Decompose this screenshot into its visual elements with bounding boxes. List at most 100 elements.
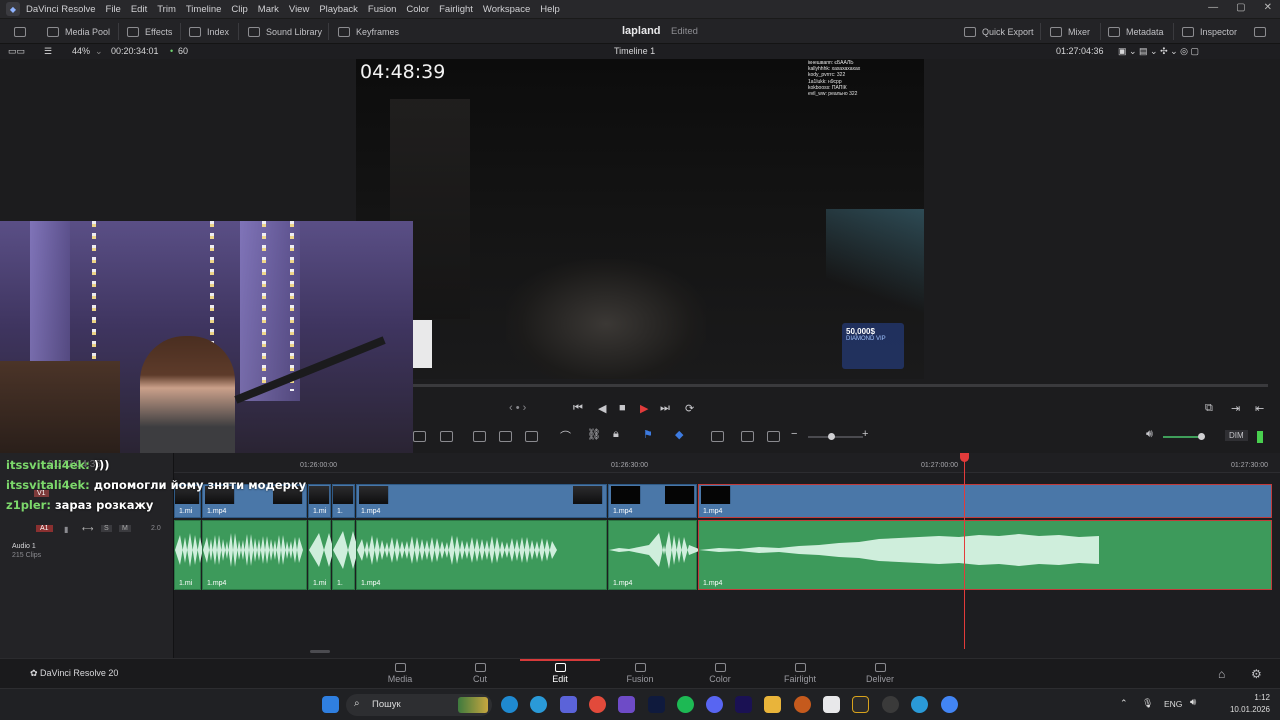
microphone-icon[interactable]: 🎙︎ xyxy=(1142,698,1153,709)
audio-clip[interactable]: 1.mp4 xyxy=(608,520,709,590)
menu-timeline[interactable]: Timeline xyxy=(181,4,227,15)
document-icon[interactable] xyxy=(823,696,840,713)
video-clip-selected[interactable]: 1.mp4 xyxy=(698,484,1272,518)
jog-icon[interactable]: ‹ • › xyxy=(509,402,526,414)
skip-to-end-icon[interactable]: ⏭ xyxy=(660,402,670,415)
audio-clip[interactable]: 1.mi xyxy=(308,520,409,590)
video-clip[interactable]: 1.mp4 xyxy=(356,484,607,518)
lock-icon[interactable]: 🔒︎ xyxy=(613,428,619,441)
audio-clip-selected[interactable]: 1.mp4 xyxy=(698,520,1272,590)
volume-icon[interactable]: 🔊︎ xyxy=(1190,697,1196,708)
trim-tool-icon[interactable] xyxy=(440,431,453,442)
chrome-icon[interactable] xyxy=(589,696,606,713)
zoom-in-icon[interactable]: + xyxy=(862,428,868,440)
browser-icon[interactable] xyxy=(794,696,811,713)
timeline-scrollbar[interactable] xyxy=(310,650,330,653)
file-explorer-icon[interactable] xyxy=(764,696,781,713)
keyframes-button[interactable]: Keyframes xyxy=(338,19,399,44)
page-deliver[interactable]: Deliver xyxy=(840,659,920,689)
video-clip[interactable]: 1.mi xyxy=(308,484,331,518)
audio-clip[interactable]: 1.mi xyxy=(174,520,275,590)
menu-color[interactable]: Color xyxy=(401,4,434,15)
audio-track-id[interactable]: A1 xyxy=(36,525,53,532)
taskbar-search[interactable]: ⌕ Пошук xyxy=(346,694,492,716)
zoom-fit-icon[interactable] xyxy=(711,431,724,442)
index-button[interactable]: Index xyxy=(189,19,229,44)
zoom-select[interactable]: 44% xyxy=(72,46,90,56)
quick-export-button[interactable]: Quick Export xyxy=(964,19,1034,44)
photoshop-icon[interactable] xyxy=(648,696,665,713)
input-language[interactable]: ENG xyxy=(1164,699,1182,709)
page-cut[interactable]: Cut xyxy=(440,659,520,689)
prev-edit-icon[interactable]: ⇤ xyxy=(1255,402,1264,415)
premiere-icon[interactable] xyxy=(735,696,752,713)
snapping-icon[interactable]: ⌒ xyxy=(560,428,571,444)
workspace-toggle-button[interactable] xyxy=(14,19,26,44)
menu-file[interactable]: File xyxy=(101,4,126,15)
lock-track-icon[interactable]: ▮ xyxy=(64,525,68,534)
page-edit[interactable]: Edit xyxy=(520,659,600,689)
loop-icon[interactable]: ⟳ xyxy=(685,402,694,415)
playhead[interactable] xyxy=(964,453,965,649)
metadata-button[interactable]: Metadata xyxy=(1108,19,1164,44)
overwrite-clip-icon[interactable] xyxy=(499,431,512,442)
replace-clip-icon[interactable] xyxy=(525,431,538,442)
audio-clip[interactable]: 1.mp4 xyxy=(356,520,607,590)
effects-button[interactable]: Effects xyxy=(127,19,172,44)
tray-chevron-icon[interactable]: ⌃ xyxy=(1120,698,1128,709)
zoom-slider[interactable] xyxy=(808,436,863,438)
menu-fairlight[interactable]: Fairlight xyxy=(434,4,478,15)
audio-clip[interactable]: 1. xyxy=(332,520,433,590)
spotify-icon[interactable] xyxy=(677,696,694,713)
insert-clip-icon[interactable] xyxy=(473,431,486,442)
edge-browser-icon[interactable] xyxy=(501,696,518,713)
menu-help[interactable]: Help xyxy=(535,4,565,15)
telegram-alt-icon[interactable] xyxy=(911,696,928,713)
inspector-button[interactable]: Inspector xyxy=(1182,19,1237,44)
skip-to-start-icon[interactable]: ⏮ xyxy=(573,402,583,415)
marker-icon[interactable]: ◆ xyxy=(675,428,683,441)
menu-trim[interactable]: Trim xyxy=(152,4,181,15)
audio-clip[interactable]: 1.mp4 xyxy=(202,520,307,590)
page-fairlight[interactable]: Fairlight xyxy=(760,659,840,689)
menu-mark[interactable]: Mark xyxy=(253,4,284,15)
timeline-ruler[interactable]: 01:26:00:00 01:26:30:00 01:27:00:00 01:2… xyxy=(174,453,1280,473)
close-icon[interactable]: ✕ xyxy=(1264,2,1272,13)
mute-button[interactable]: M xyxy=(119,525,131,532)
linked-selection-icon[interactable]: ⛓ xyxy=(587,428,601,441)
page-fusion[interactable]: Fusion xyxy=(600,659,680,689)
settings-gear-icon[interactable]: ⚙ xyxy=(1251,667,1262,681)
clock-time[interactable]: 1:12 xyxy=(1230,693,1270,702)
volume-slider[interactable] xyxy=(1163,436,1201,438)
zoom-custom-icon[interactable] xyxy=(767,431,780,442)
zoom-out-icon[interactable]: − xyxy=(791,428,797,440)
menu-edit[interactable]: Edit xyxy=(126,4,152,15)
windows-start-icon[interactable] xyxy=(322,696,339,713)
mixer-button[interactable]: Mixer xyxy=(1050,19,1090,44)
stop-icon[interactable]: ■ xyxy=(619,402,626,414)
match-frame-icon[interactable]: ⧉ xyxy=(1205,402,1213,415)
video-frame[interactable]: 04:48:39 ікнешвапп: єБААЛЬ kallyhhhk: ха… xyxy=(356,59,924,379)
chevron-down-icon[interactable]: ⌄ xyxy=(95,46,103,57)
maximize-icon[interactable]: ▢ xyxy=(1236,2,1245,13)
video-clip[interactable]: 1. xyxy=(332,484,355,518)
play-icon[interactable]: ▶ xyxy=(640,402,648,415)
zoom-slider-handle[interactable] xyxy=(828,433,835,440)
viewer-mode-icon[interactable]: ☰ xyxy=(44,46,52,57)
zoom-detail-icon[interactable] xyxy=(741,431,754,442)
video-clip[interactable]: 1.mp4 xyxy=(608,484,697,518)
fullscreen-toggle-button[interactable] xyxy=(1254,19,1266,44)
home-icon[interactable]: ⌂ xyxy=(1218,667,1225,681)
app-icon-purple[interactable] xyxy=(618,696,635,713)
play-reverse-icon[interactable]: ◀ xyxy=(598,402,606,415)
menu-playback[interactable]: Playback xyxy=(314,4,363,15)
discord-icon[interactable] xyxy=(706,696,723,713)
dim-button[interactable]: DIM xyxy=(1225,430,1248,441)
next-edit-icon[interactable]: ⇥ xyxy=(1231,402,1240,415)
speaker-icon[interactable]: 🔊︎ xyxy=(1146,428,1153,441)
solo-button[interactable]: S xyxy=(101,525,112,532)
chrome-alt-icon[interactable] xyxy=(941,696,958,713)
page-color[interactable]: Color xyxy=(680,659,760,689)
view-options-icon[interactable]: ▣ ⌄ ▤ ⌄ ✣ ⌄ ◎ ▢ xyxy=(1118,46,1199,57)
minimize-icon[interactable]: — xyxy=(1208,2,1218,13)
